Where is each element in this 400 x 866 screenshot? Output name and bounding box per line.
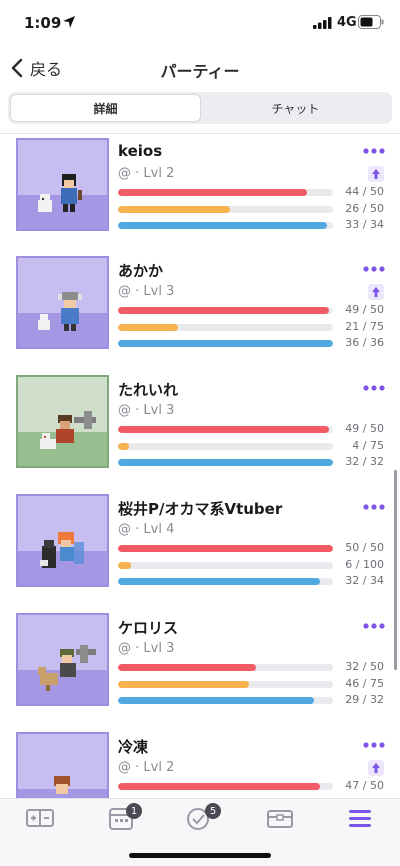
tab-rewards[interactable] — [265, 805, 295, 831]
scroll-indicator[interactable] — [394, 470, 397, 670]
party-member[interactable]: あかか @ · Lvl 3 49 / 50 21 / 75 36 / 36 — [0, 252, 400, 370]
avatar[interactable] — [16, 613, 109, 706]
health-value: 49 / 50 — [345, 422, 384, 435]
arrow-up-icon — [372, 287, 380, 297]
home-indicator[interactable] — [129, 853, 271, 858]
party-member[interactable]: ケロリス @ · Lvl 3 32 / 50 46 / 75 29 / 32 — [0, 609, 400, 727]
level-up-badge[interactable] — [368, 284, 384, 300]
member-level: @ · Lvl 3 — [118, 403, 175, 418]
avatar-sprite — [38, 174, 82, 212]
member-name: 冷凍 — [118, 738, 149, 756]
mana-bar — [118, 459, 333, 466]
tab-habits[interactable] — [25, 805, 55, 831]
experience-bar — [118, 562, 333, 569]
mana-bar — [118, 697, 333, 704]
mana-value: 36 / 36 — [345, 336, 384, 349]
health-value: 47 / 50 — [345, 779, 384, 792]
avatar-sprite — [38, 645, 96, 691]
more-options-icon[interactable] — [362, 621, 386, 631]
mana-value: 32 / 32 — [345, 455, 384, 468]
member-level: @ · Lvl 3 — [118, 641, 175, 656]
segmented-control: 詳細 チャット — [8, 92, 392, 124]
location-arrow-icon — [63, 16, 75, 28]
avatar[interactable] — [16, 494, 109, 587]
experience-value: 21 / 75 — [345, 320, 384, 333]
party-member-list[interactable]: keios @ · Lvl 2 44 / 50 26 / 50 33 / 34 … — [0, 134, 400, 798]
tab-menu[interactable] — [345, 805, 375, 831]
member-name: たれいれ — [118, 381, 179, 399]
experience-bar — [118, 443, 333, 450]
level-up-badge[interactable] — [368, 166, 384, 182]
experience-value: 46 / 75 — [345, 677, 384, 690]
status-time: 1:09 — [24, 14, 62, 32]
mana-bar — [118, 340, 333, 347]
avatar-sprite — [38, 292, 82, 331]
experience-value: 26 / 50 — [345, 202, 384, 215]
battery-icon — [358, 15, 384, 29]
member-level: @ · Lvl 2 — [118, 166, 175, 181]
member-level: @ · Lvl 2 — [118, 760, 175, 775]
experience-value: 4 / 75 — [352, 439, 384, 452]
arrow-up-icon — [372, 169, 380, 179]
party-member[interactable]: 桜井P/オカマ系Vtuber @ · Lvl 4 50 / 50 6 / 100… — [0, 490, 400, 608]
dailies-badge: 1 — [126, 803, 142, 819]
health-bar — [118, 664, 333, 671]
mana-bar — [118, 578, 333, 585]
avatar-sprite — [40, 532, 84, 568]
member-level: @ · Lvl 3 — [118, 284, 175, 299]
more-options-icon[interactable] — [362, 383, 386, 393]
party-member[interactable]: keios @ · Lvl 2 44 / 50 26 / 50 33 / 34 — [0, 134, 400, 252]
health-value: 32 / 50 — [345, 660, 384, 673]
health-bar — [118, 307, 333, 314]
health-bar — [118, 783, 333, 790]
member-level: @ · Lvl 4 — [118, 522, 175, 537]
avatar[interactable] — [16, 256, 109, 349]
health-bar — [118, 545, 333, 552]
more-options-icon[interactable] — [362, 146, 386, 156]
more-options-icon[interactable] — [362, 740, 386, 750]
level-up-badge[interactable] — [368, 760, 384, 776]
signal-icon — [313, 17, 332, 29]
party-member[interactable]: たれいれ @ · Lvl 3 49 / 50 4 / 75 32 / 32 — [0, 371, 400, 489]
tab-details[interactable]: 詳細 — [10, 94, 201, 122]
tab-dailies[interactable]: 1 — [106, 803, 142, 831]
avatar[interactable] — [16, 375, 109, 468]
party-member[interactable]: 冷凍 @ · Lvl 2 47 / 50 — [0, 728, 400, 798]
mana-bar — [118, 222, 333, 229]
arrow-up-icon — [372, 763, 380, 773]
experience-bar — [118, 324, 333, 331]
todos-badge: 5 — [205, 803, 221, 819]
more-options-icon[interactable] — [362, 264, 386, 274]
mana-value: 33 / 34 — [345, 218, 384, 231]
more-options-icon[interactable] — [362, 502, 386, 512]
avatar[interactable] — [16, 732, 109, 798]
tab-chat[interactable]: チャット — [201, 94, 390, 122]
rewards-icon — [267, 810, 293, 828]
experience-bar — [118, 206, 333, 213]
health-value: 44 / 50 — [345, 185, 384, 198]
member-name: 桜井P/オカマ系Vtuber — [118, 500, 283, 518]
habits-icon — [26, 809, 54, 827]
status-bar: 1:09 4G — [0, 0, 400, 48]
experience-bar — [118, 681, 333, 688]
mana-value: 29 / 32 — [345, 693, 384, 706]
page-title: パーティー — [160, 62, 240, 81]
avatar-sprite — [40, 411, 96, 449]
health-value: 50 / 50 — [345, 541, 384, 554]
experience-value: 6 / 100 — [345, 558, 384, 571]
health-bar — [118, 189, 333, 196]
health-value: 49 / 50 — [345, 303, 384, 316]
health-bar — [118, 426, 333, 433]
member-name: あかか — [118, 262, 164, 280]
member-name: keios — [118, 142, 163, 160]
tab-todos[interactable]: 5 — [185, 803, 221, 831]
member-name: ケロリス — [118, 619, 179, 637]
avatar-sprite — [54, 776, 70, 794]
avatar[interactable] — [16, 138, 109, 231]
menu-icon — [349, 810, 371, 827]
mana-value: 32 / 34 — [345, 574, 384, 587]
network-label: 4G — [337, 15, 357, 30]
